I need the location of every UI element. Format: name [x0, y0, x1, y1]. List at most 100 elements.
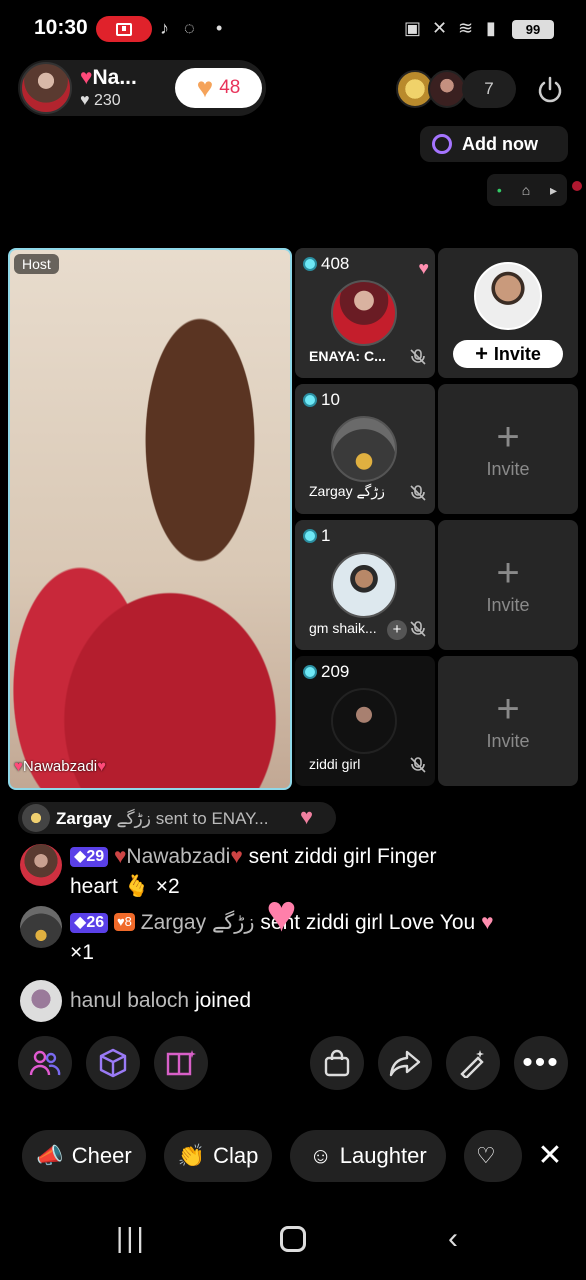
add-now-label: Add now	[462, 133, 538, 154]
reaction-laughter[interactable]: ☺ Laughter	[290, 1130, 446, 1182]
home-button-icon[interactable]	[280, 1226, 306, 1252]
dot-icon: •	[216, 18, 223, 38]
reaction-more[interactable]: ♡	[464, 1130, 522, 1182]
add-now-button[interactable]: Add now	[420, 126, 568, 162]
chat-message: ◆26 ♥8 Zargay زڑگے sent ziddi girl Love …	[70, 908, 570, 968]
cube-icon	[99, 1048, 127, 1078]
whatsapp-icon: ◌	[184, 18, 195, 38]
magic-button[interactable]	[446, 1036, 500, 1090]
book-sparkle-icon	[166, 1050, 196, 1076]
mic-muted-icon	[410, 349, 426, 365]
guests-button[interactable]	[18, 1036, 72, 1090]
cast-icon: ▣	[404, 18, 422, 38]
share-icon	[389, 1050, 421, 1077]
invite-slot-label: Invite	[486, 730, 530, 751]
chat-username[interactable]: Zargay زڑگے	[141, 911, 255, 934]
power-icon	[538, 76, 562, 103]
reaction-clap[interactable]: 👏 Clap	[164, 1130, 272, 1182]
invite-button[interactable]: + Invite	[453, 340, 563, 368]
shop-button[interactable]	[310, 1036, 364, 1090]
plus-icon: +	[475, 341, 488, 366]
more-button[interactable]: •••	[514, 1036, 568, 1090]
plus-icon: +	[496, 686, 520, 731]
add-icon[interactable]: +	[387, 620, 407, 640]
invite-slot[interactable]: + Invite	[438, 520, 578, 650]
reaction-label: Laughter	[339, 1143, 427, 1168]
floating-heart-icon: ♥	[266, 885, 297, 943]
heart-icon: ♥	[113, 845, 127, 868]
gift-banner-message: sent to ENAY...	[155, 809, 269, 828]
host-likes: ♥ 230	[80, 92, 121, 109]
status-time: 10:30	[34, 16, 88, 39]
magic-wand-icon	[460, 1050, 484, 1078]
guest-tile[interactable]: 10 Zargay زڑگے	[295, 384, 435, 514]
heart-icon: ♥	[97, 758, 107, 775]
suggested-user-avatar[interactable]	[474, 262, 542, 330]
target-icon	[432, 134, 452, 154]
invite-slot[interactable]: + Invite	[438, 384, 578, 514]
close-icon[interactable]: ✕	[530, 1138, 570, 1173]
chat-avatar[interactable]	[20, 980, 62, 1022]
chat-message: hanul baloch joined	[70, 986, 570, 1016]
share-button[interactable]	[378, 1036, 432, 1090]
gift-count-pill[interactable]: ♥ 48	[175, 68, 262, 108]
guest-name: Zargay زڑگے	[309, 483, 385, 499]
power-button[interactable]	[530, 70, 570, 110]
chat-multiplier: ×1	[70, 941, 94, 964]
reaction-cheer[interactable]: 📣 Cheer	[22, 1130, 146, 1182]
back-icon[interactable]: ‹	[448, 1222, 458, 1256]
guest-tile[interactable]: 408 ♥ ENAYA: C...	[295, 248, 435, 378]
laugh-icon: ☺	[309, 1143, 332, 1168]
hearts-icon: ♥	[418, 258, 429, 278]
fan-badge: ♥8	[113, 913, 135, 931]
love-you-gift-icon: ♥	[481, 911, 494, 934]
chat-multiplier: ×2	[155, 875, 180, 898]
chat-username[interactable]: ♥Nawabzadi♥	[114, 845, 243, 868]
host-tag: Host	[14, 254, 59, 274]
chat-message: ◆29 ♥Nawabzadi♥ sent ziddi girl Finger h…	[70, 842, 570, 902]
guest-name: ziddi girl	[309, 756, 361, 772]
invite-slot-label: Invite	[486, 458, 530, 479]
invite-label: Invite	[493, 343, 541, 364]
clap-icon: 👏	[177, 1143, 206, 1168]
gift-banner-text: Zargay زڑگے sent to ENAY...	[56, 808, 268, 829]
chat-text-cont: heart	[70, 875, 118, 898]
invite-slot-label: Invite	[486, 594, 530, 615]
guest-name: gm shaik...	[309, 620, 377, 636]
diamond-icon	[303, 393, 317, 407]
diamond-icon	[303, 529, 317, 543]
book-button[interactable]	[154, 1036, 208, 1090]
chat-avatar[interactable]	[20, 906, 62, 948]
effects-button[interactable]	[86, 1036, 140, 1090]
chat-username[interactable]: hanul baloch	[70, 989, 189, 1012]
plus-icon: +	[496, 550, 520, 595]
host-avatar[interactable]	[20, 62, 72, 114]
guest-avatar	[331, 416, 397, 482]
guest-tile[interactable]: 1 gm shaik... +	[295, 520, 435, 650]
viewer-count[interactable]: 7	[462, 70, 516, 108]
more-icon: •••	[522, 1046, 560, 1079]
home-icon: ⌂	[521, 182, 531, 198]
battery-indicator: 99	[512, 20, 554, 39]
host-video[interactable]	[8, 248, 292, 790]
recent-apps-icon[interactable]: |||	[116, 1222, 147, 1254]
guest-viewer-count: 209	[303, 662, 349, 682]
mini-toolbar[interactable]: • ⌂ ▸	[487, 174, 567, 206]
invite-slot[interactable]: + Invite	[438, 656, 578, 786]
diamond-icon	[303, 257, 317, 271]
chat-avatar[interactable]	[20, 844, 62, 886]
wifi-icon: ≋	[458, 18, 474, 38]
diamond-icon	[303, 665, 317, 679]
viewer-avatar[interactable]	[428, 70, 466, 108]
guest-viewer-count: 408	[303, 254, 349, 274]
reaction-label: Clap	[213, 1143, 259, 1168]
gift-sender-name: Zargay	[56, 809, 112, 828]
guest-tile[interactable]: 209 ziddi girl	[295, 656, 435, 786]
guest-avatar	[331, 552, 397, 618]
mic-muted-icon	[410, 757, 426, 773]
dot-icon: •	[496, 182, 502, 198]
gift-count: 48	[219, 77, 241, 98]
screen-record-icon	[96, 16, 152, 42]
people-icon	[29, 1050, 61, 1076]
host-name: ♥Na...	[80, 66, 137, 90]
